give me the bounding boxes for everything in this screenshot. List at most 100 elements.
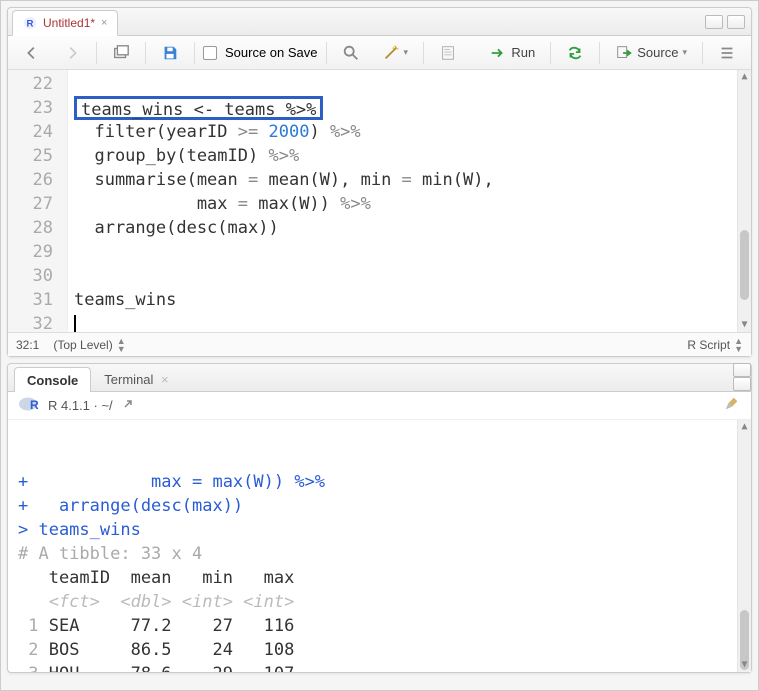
outline-button[interactable]: [711, 40, 743, 66]
tab-terminal-label: Terminal: [104, 372, 153, 387]
code-tools-button[interactable]: ▾: [375, 40, 416, 66]
compile-report-button[interactable]: [432, 40, 464, 66]
code-line[interactable]: teams_wins: [74, 288, 751, 312]
console-line: teamID mean min max: [18, 566, 751, 590]
editor-tabbar: R Untitled1* ×: [8, 8, 751, 36]
source-icon: [615, 44, 633, 62]
console-tabbar: Console Terminal ×: [8, 364, 751, 392]
cursor-position: 32:1: [16, 338, 39, 352]
notebook-icon: [439, 44, 457, 62]
search-icon: [342, 44, 360, 62]
line-gutter: 2223242526272829303132: [8, 70, 68, 332]
forward-button[interactable]: [56, 40, 88, 66]
console-line: # A tibble: 33 x 4: [18, 542, 751, 566]
code-area[interactable]: teams_wins <- teams %>% filter(yearID >=…: [68, 70, 751, 332]
line-number: 31: [8, 288, 53, 312]
code-line[interactable]: [74, 264, 751, 288]
popout-icon: [112, 44, 130, 62]
code-line[interactable]: group_by(teamID) %>%: [74, 144, 751, 168]
broom-icon: [723, 395, 741, 413]
updown-icon: ▲▼: [734, 337, 743, 353]
source-on-save-label: Source on Save: [225, 45, 318, 60]
popout-icon[interactable]: [121, 397, 135, 414]
arrow-left-icon: [23, 44, 41, 62]
scope-label: (Top Level): [53, 338, 112, 352]
line-number: 30: [8, 264, 53, 288]
close-icon[interactable]: ×: [161, 372, 169, 387]
code-line[interactable]: [74, 312, 751, 332]
console-line: + max = max(W)) %>%: [18, 470, 751, 494]
console-info-bar: R R 4.1.1 · ~/: [8, 392, 751, 420]
run-button[interactable]: Run: [482, 40, 542, 66]
code-line[interactable]: summarise(mean = mean(W), min = min(W),: [74, 168, 751, 192]
console-line: <fct> <dbl> <int> <int>: [18, 590, 751, 614]
line-number: 26: [8, 168, 53, 192]
highlighted-code: teams_wins <- teams %>%: [74, 96, 323, 120]
tab-console[interactable]: Console: [14, 367, 91, 392]
line-number: 24: [8, 120, 53, 144]
back-button[interactable]: [16, 40, 48, 66]
code-line[interactable]: teams_wins <- teams %>%: [74, 96, 751, 120]
console-output[interactable]: + max = max(W)) %>%+ arrange(desc(max))>…: [8, 420, 751, 672]
code-line[interactable]: [74, 72, 751, 96]
pane-window-controls: [733, 363, 751, 391]
source-label: Source: [637, 45, 678, 60]
scroll-down-icon[interactable]: ▼: [738, 318, 751, 332]
language-label: R Script: [687, 338, 730, 352]
show-in-new-window-button[interactable]: [105, 40, 137, 66]
run-label: Run: [511, 45, 535, 60]
run-icon: [489, 44, 507, 62]
scroll-up-icon[interactable]: ▲: [738, 70, 751, 84]
pane-window-controls: [705, 15, 751, 29]
code-line[interactable]: arrange(desc(max)): [74, 216, 751, 240]
line-number: 25: [8, 144, 53, 168]
editor-tab[interactable]: R Untitled1* ×: [12, 10, 118, 36]
minimize-pane-button[interactable]: [705, 15, 723, 29]
line-number: 29: [8, 240, 53, 264]
minimize-pane-button[interactable]: [733, 363, 751, 377]
code-line[interactable]: filter(yearID >= 2000) %>%: [74, 120, 751, 144]
source-on-save-checkbox[interactable]: [203, 46, 217, 60]
editor-statusbar: 32:1 (Top Level) ▲▼ R Script ▲▼: [8, 332, 751, 356]
line-number: 22: [8, 72, 53, 96]
rerun-button[interactable]: [559, 40, 591, 66]
line-number: 27: [8, 192, 53, 216]
console-line: 2 BOS 86.5 24 108: [18, 638, 751, 662]
scroll-thumb[interactable]: [740, 230, 749, 300]
updown-icon: ▲▼: [117, 337, 126, 353]
console-line: > teams_wins: [18, 518, 751, 542]
console-scrollbar[interactable]: ▲ ▼: [737, 420, 751, 672]
line-number: 23: [8, 96, 53, 120]
language-selector[interactable]: R Script ▲▼: [687, 337, 743, 353]
scroll-up-icon[interactable]: ▲: [738, 420, 751, 434]
wand-icon: [382, 44, 400, 62]
scope-selector[interactable]: (Top Level) ▲▼: [53, 337, 125, 353]
save-icon: [161, 44, 179, 62]
outline-icon: [718, 44, 736, 62]
find-button[interactable]: [335, 40, 367, 66]
r-logo-icon: R: [18, 396, 40, 415]
console-line: + arrange(desc(max)): [18, 494, 751, 518]
editor-toolbar: Source on Save ▾ Run Source ▾: [8, 36, 751, 70]
save-button[interactable]: [154, 40, 186, 66]
editor-scrollbar[interactable]: ▲ ▼: [737, 70, 751, 332]
rerun-icon: [566, 44, 584, 62]
source-button[interactable]: Source ▾: [608, 40, 694, 66]
clear-console-button[interactable]: [723, 395, 741, 416]
tab-console-label: Console: [27, 373, 78, 388]
line-number: 28: [8, 216, 53, 240]
svg-text:R: R: [30, 398, 39, 412]
code-line[interactable]: max = max(W)) %>%: [74, 192, 751, 216]
maximize-pane-button[interactable]: [733, 377, 751, 391]
scroll-down-icon[interactable]: ▼: [738, 658, 751, 672]
code-editor[interactable]: 2223242526272829303132 teams_wins <- tea…: [8, 70, 751, 332]
editor-tab-label: Untitled1*: [43, 16, 95, 30]
text-cursor: [74, 315, 76, 332]
tab-terminal[interactable]: Terminal ×: [91, 366, 181, 391]
console-pane: Console Terminal × R R 4.1.1 · ~/ + max …: [7, 363, 752, 673]
code-line[interactable]: [74, 240, 751, 264]
r-file-icon: R: [23, 16, 37, 30]
console-line: 1 SEA 77.2 27 116: [18, 614, 751, 638]
maximize-pane-button[interactable]: [727, 15, 745, 29]
close-icon[interactable]: ×: [101, 17, 107, 29]
